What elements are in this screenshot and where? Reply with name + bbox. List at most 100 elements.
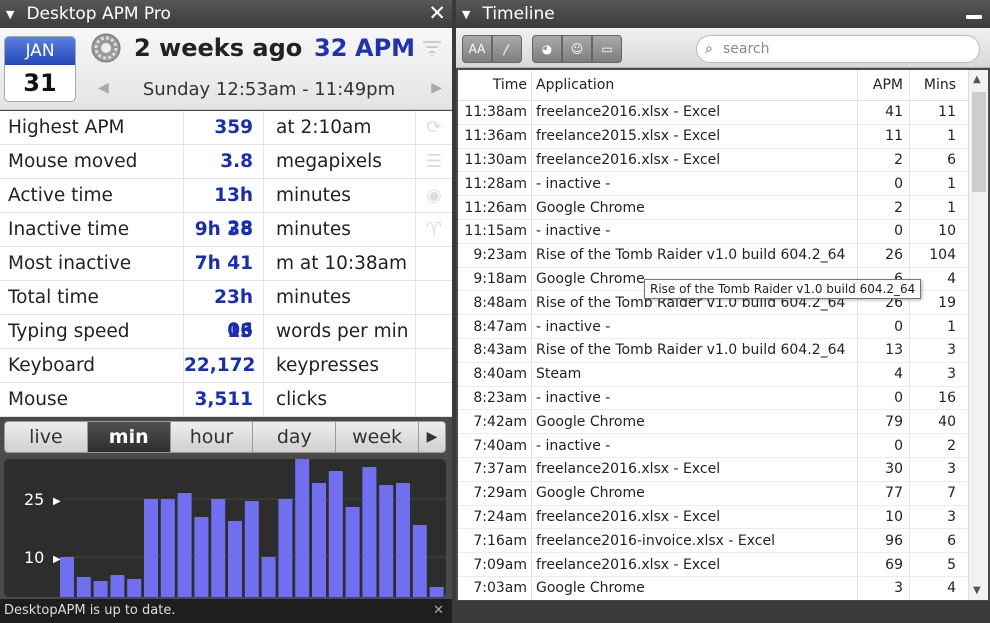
table-row[interactable]: 11:38am freelance2016.xlsx - Excel 41 11 [458, 101, 968, 125]
range-tabs: live min hour day week ▶ [4, 421, 446, 453]
timeline-scrollbar[interactable]: ▲ ▼ [968, 70, 988, 600]
row-application: - inactive - [532, 219, 858, 243]
refresh-icon[interactable]: ⟳ [416, 111, 452, 144]
table-row[interactable]: 8:43am Rise of the Tomb Raider v1.0 build… [458, 338, 968, 363]
chart-label-10: 10 [24, 548, 44, 567]
row-mins: 6 [947, 532, 956, 549]
row-apm: 0 [858, 315, 910, 338]
table-row[interactable]: 11:36am freelance2015.xlsx - Excel 11 1 [458, 124, 968, 149]
tabs-next-icon[interactable]: ▶ [419, 422, 445, 452]
row-mins: 3 [947, 461, 956, 478]
column-time[interactable]: Time [458, 70, 532, 100]
row-time: 11:28am [458, 172, 532, 196]
row-apm: 10 [858, 505, 910, 529]
row-apm: 26 [858, 243, 910, 267]
calendar-badge[interactable]: JAN 31 [4, 36, 76, 102]
close-icon[interactable]: ✕ [428, 1, 446, 25]
stat-unit: keypresses [264, 349, 416, 382]
column-mins[interactable]: Mins [910, 70, 962, 100]
stat-value: 359 [184, 111, 264, 144]
table-row[interactable]: 11:15am - inactive -0 10 [458, 219, 968, 244]
apm-bar [244, 501, 259, 597]
stat-unit: words per min [264, 315, 416, 348]
row-mins: 16 [938, 389, 956, 406]
timeline-toolbar: AA 〳 ◕ ☺ ▭ ⌕ search [456, 28, 990, 68]
row-apm: 30 [858, 457, 910, 481]
apm-bar [362, 467, 377, 597]
collapse-icon[interactable]: ▼ [6, 8, 14, 21]
table-row[interactable]: 8:40am Steam 4 3 [458, 362, 968, 387]
row-apm: 41 [858, 101, 910, 124]
apm-chart: 25 ▶ 10 ▶ [4, 459, 446, 597]
collapse-icon[interactable]: ▼ [462, 8, 470, 21]
minimize-icon[interactable] [966, 15, 982, 19]
scroll-up-icon[interactable]: ▲ [973, 74, 981, 85]
apm-bar [295, 459, 310, 597]
dismiss-icon[interactable]: ✕ [433, 599, 444, 623]
stat-row: Total time 23h 06 minutes [0, 281, 452, 341]
table-row[interactable]: 7:29am Google Chrome 77 7 [458, 481, 968, 506]
tab-week[interactable]: week [336, 422, 419, 452]
table-row[interactable]: 7:40am - inactive -0 2 [458, 434, 968, 458]
gear-icon[interactable] [90, 32, 122, 64]
scroll-down-icon[interactable]: ▼ [973, 585, 981, 596]
apm-bar [312, 483, 326, 597]
row-apm: 69 [858, 553, 910, 576]
column-apm[interactable]: APM [858, 70, 910, 100]
column-application[interactable]: Application [532, 70, 858, 100]
table-row[interactable]: 7:37am freelance2016.xlsx - Excel 30 3 [458, 457, 968, 482]
row-mins: 6 [947, 151, 956, 168]
drive-icon[interactable]: ▭ [592, 35, 622, 63]
row-apm: 13 [858, 338, 910, 362]
font-size-icon[interactable]: AA [462, 35, 492, 63]
table-row[interactable]: 7:09am freelance2016.xlsx - Excel 69 5 [458, 553, 968, 577]
apm-bar [261, 557, 276, 597]
table-row[interactable]: 7:24am freelance2016.xlsx - Excel 10 3 [458, 505, 968, 530]
table-row[interactable]: 8:23am - inactive -0 16 [458, 386, 968, 411]
record-icon[interactable]: ◉ [416, 179, 452, 212]
trophy-icon[interactable]: ♈ [416, 213, 452, 246]
stat-unit: minutes [264, 179, 416, 212]
table-row[interactable]: 11:28am - inactive -0 1 [458, 172, 968, 197]
list-icon[interactable]: ☰ [416, 145, 452, 178]
tab-live[interactable]: live [5, 422, 88, 452]
table-row[interactable]: 11:30am freelance2016.xlsx - Excel 2 6 [458, 148, 968, 173]
row-mins: 2 [947, 437, 956, 454]
row-apm: 2 [858, 196, 910, 219]
row-time: 11:38am [458, 101, 532, 124]
search-input[interactable]: ⌕ search [696, 35, 980, 63]
tab-hour[interactable]: hour [171, 422, 254, 452]
row-apm: 79 [858, 410, 910, 434]
row-mins: 3 [947, 342, 956, 359]
status-bar: DesktopAPM is up to date. ✕ [0, 599, 452, 623]
apm-bar [160, 499, 175, 597]
row-mins: 1 [947, 128, 956, 145]
table-row[interactable]: 7:42am Google Chrome 79 40 [458, 410, 968, 435]
graph-icon[interactable]: 〳 [492, 35, 522, 63]
next-day-icon[interactable]: ▶ [431, 80, 442, 96]
tab-min[interactable]: min [87, 422, 171, 452]
table-row[interactable]: 7:16am freelance2016-invoice.xlsx - Excel… [458, 529, 968, 554]
row-time: 9:18am [458, 267, 532, 291]
row-apm: 11 [858, 124, 910, 148]
row-application: freelance2016.xlsx - Excel [532, 505, 858, 529]
table-row[interactable]: 7:03am Google Chrome 3 4 [458, 576, 968, 600]
apm-value: 32 [314, 34, 348, 62]
user-icon[interactable]: ☺ [562, 35, 592, 63]
app-tooltip: Rise of the Tomb Raider v1.0 build 604.2… [644, 279, 922, 299]
table-row[interactable]: 8:47am - inactive -0 1 [458, 315, 968, 339]
tab-day[interactable]: day [253, 422, 337, 452]
row-application: Google Chrome [532, 481, 858, 505]
calendar-day: 31 [23, 69, 57, 97]
apm-bar [60, 557, 74, 597]
filter-icon[interactable] [422, 40, 442, 58]
timeline-titlebar: ▼ Timeline [456, 0, 990, 28]
apm-bar [228, 521, 242, 597]
row-apm: 96 [858, 529, 910, 553]
pie-chart-icon[interactable]: ◕ [532, 35, 562, 63]
row-time: 8:48am [458, 291, 532, 315]
table-row[interactable]: 9:23am Rise of the Tomb Raider v1.0 build… [458, 243, 968, 268]
scrollbar-thumb[interactable] [972, 92, 986, 192]
row-mins: 1 [947, 199, 956, 216]
table-row[interactable]: 11:26am Google Chrome 2 1 [458, 196, 968, 220]
